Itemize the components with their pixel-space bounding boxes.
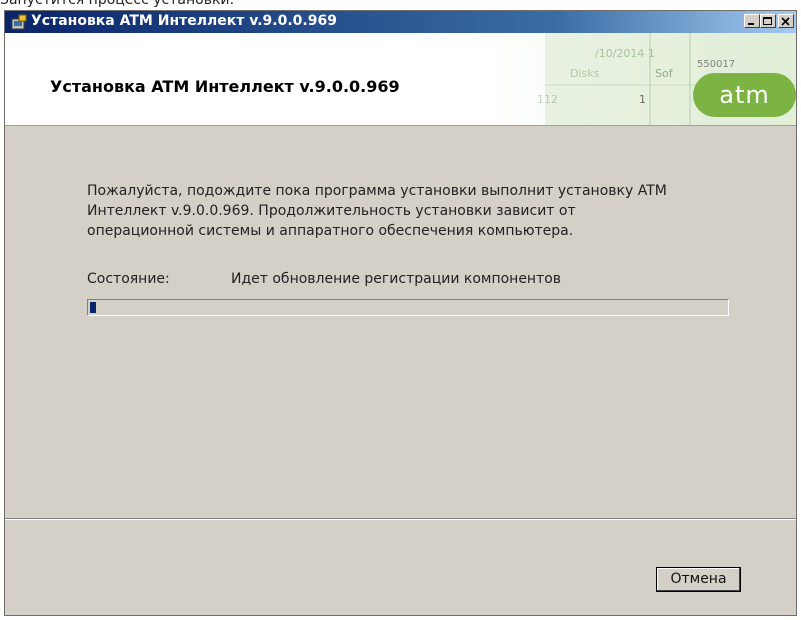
banner-fragment-num: 112 <box>537 93 558 106</box>
installer-window: Установка ATM Интеллект v.9.0.0.969 Уста… <box>4 10 797 616</box>
footer-separator <box>5 518 796 520</box>
message-line: Пожалуйста, подождите пока программа уст… <box>87 183 667 199</box>
maximize-button[interactable] <box>760 14 776 28</box>
progress-bar <box>87 299 729 316</box>
atm-logo: atm <box>693 73 796 117</box>
install-message: Пожалуйста, подождите пока программа уст… <box>87 181 737 241</box>
close-icon <box>781 17 790 26</box>
maximize-icon <box>763 17 772 25</box>
status-label: Состояние: <box>87 271 170 287</box>
banner-fragment-disks: Disks <box>570 67 600 80</box>
close-button[interactable] <box>778 14 794 28</box>
header-banner: Установка ATM Интеллект v.9.0.0.969 /10/… <box>5 33 796 126</box>
progress-fill <box>90 302 96 313</box>
status-value: Идет обновление регистрации компонентов <box>231 271 562 287</box>
minimize-button[interactable] <box>744 14 760 28</box>
title-bar[interactable]: Установка ATM Интеллект v.9.0.0.969 <box>5 11 796 33</box>
installer-icon <box>11 14 27 30</box>
banner-fragment-date: /10/2014 1 <box>595 47 655 60</box>
banner-fragment-id: 550017 <box>697 59 735 70</box>
page-caption: Запустится процесс установки: <box>0 0 235 8</box>
banner-title: Установка ATM Интеллект v.9.0.0.969 <box>50 77 400 96</box>
banner-fragment-soft: Sof <box>655 67 674 80</box>
banner-fragment-count: 1 <box>639 93 646 106</box>
cancel-button[interactable]: Отмена <box>656 567 741 592</box>
message-line: Интеллект v.9.0.0.969. Продолжительность… <box>87 203 576 219</box>
window-title: Установка ATM Интеллект v.9.0.0.969 <box>31 13 337 29</box>
minimize-icon <box>748 23 754 25</box>
message-line: операционной системы и аппаратного обесп… <box>87 223 574 239</box>
